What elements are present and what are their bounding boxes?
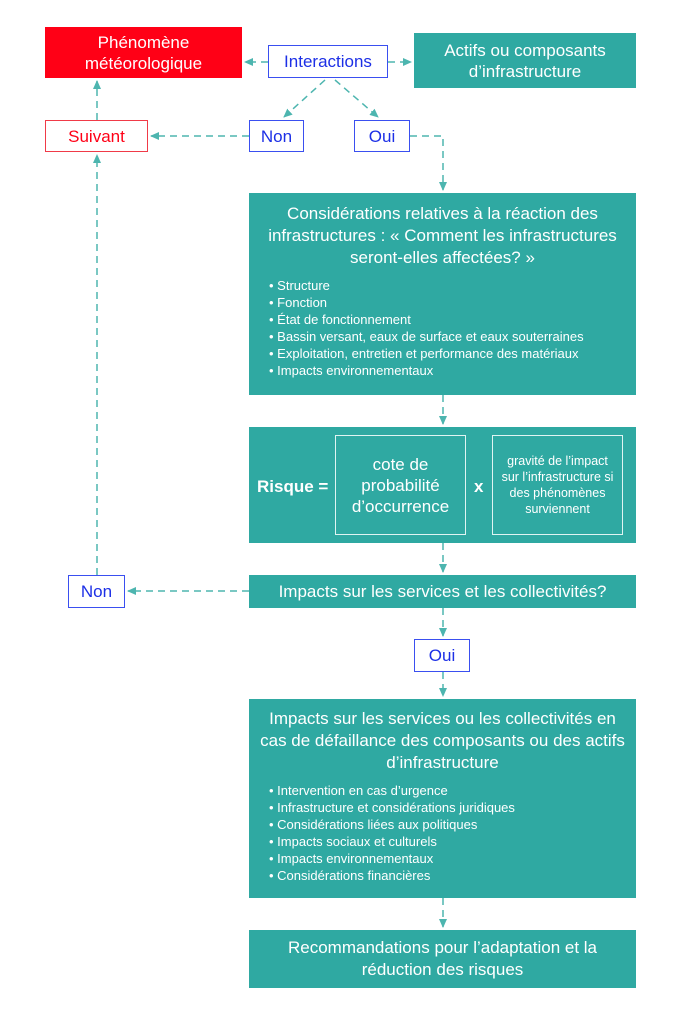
node-impacts-question: Impacts sur les services et les collecti… bbox=[249, 575, 636, 608]
node-non-1: Non bbox=[249, 120, 304, 152]
list-item: Bassin versant, eaux de surface et eaux … bbox=[269, 328, 583, 345]
node-reaction: Considérations relatives à la réaction d… bbox=[249, 193, 636, 395]
node-impacts-question-label: Impacts sur les services et les collecti… bbox=[278, 582, 607, 601]
risque-gravite-label: gravité de l’impact sur l’infrastructure… bbox=[501, 454, 614, 516]
node-phenomene: Phénomène météorologique bbox=[45, 27, 242, 78]
node-non-2-label: Non bbox=[80, 582, 113, 601]
list-item: Fonction bbox=[269, 294, 584, 311]
node-oui-2-label: Oui bbox=[428, 646, 456, 665]
node-actifs-label: Actifs ou composants d’infrastructure bbox=[444, 40, 606, 81]
list-item: État de fonctionnement bbox=[269, 311, 584, 328]
arrow-interactions-to-oui bbox=[334, 79, 379, 118]
node-suivant: Suivant bbox=[45, 120, 148, 152]
node-impacts-defaillance-list: Intervention en cas d’urgence Infrastruc… bbox=[249, 782, 515, 884]
list-item: Impacts sociaux et culturels bbox=[269, 833, 515, 850]
risque-probabilite-label: cote de probabilité d’occurrence bbox=[351, 454, 450, 516]
node-interactions: Interactions bbox=[268, 45, 388, 78]
node-impacts-defaillance-title: Impacts sur les services ou les collecti… bbox=[260, 709, 625, 772]
list-item: Infrastructure et considérations juridiq… bbox=[269, 799, 515, 816]
list-item: Considérations financières bbox=[269, 867, 515, 884]
node-non-1-label: Non bbox=[260, 126, 293, 146]
node-non-2: Non bbox=[68, 575, 125, 608]
node-actifs: Actifs ou composants d’infrastructure bbox=[414, 33, 636, 88]
risque-gravite-box: gravité de l’impact sur l’infrastructure… bbox=[492, 435, 623, 535]
risque-label: Risque = bbox=[257, 477, 329, 496]
node-recommandations-label: Recommandations pour l’adaptation et la … bbox=[287, 938, 598, 979]
arrow-interactions-to-non bbox=[283, 79, 326, 118]
list-item: Considérations liées aux politiques bbox=[269, 816, 515, 833]
node-impacts-defaillance: Impacts sur les services ou les collecti… bbox=[249, 699, 636, 898]
node-reaction-title: Considérations relatives à la réaction d… bbox=[268, 204, 617, 267]
list-item: Impacts environnementaux bbox=[269, 362, 584, 379]
risque-probabilite-box: cote de probabilité d’occurrence bbox=[335, 435, 466, 535]
node-oui-2: Oui bbox=[414, 639, 470, 672]
node-phenomene-label: Phénomène météorologique bbox=[84, 32, 203, 73]
node-recommandations: Recommandations pour l’adaptation et la … bbox=[249, 930, 636, 988]
list-item: Structure bbox=[269, 277, 584, 294]
list-item: Impacts environnementaux bbox=[269, 850, 515, 867]
risque-operator: x bbox=[474, 477, 484, 496]
node-interactions-label: Interactions bbox=[284, 52, 372, 71]
arrow-oui-to-reaction bbox=[410, 135, 447, 191]
node-oui-1-label: Oui bbox=[368, 126, 396, 146]
list-item: Exploitation, entretien et performance d… bbox=[269, 345, 584, 362]
node-oui-1: Oui bbox=[354, 120, 410, 152]
list-item: Intervention en cas d’urgence bbox=[269, 782, 515, 799]
node-reaction-list: Structure Fonction État de fonctionnemen… bbox=[249, 277, 584, 379]
node-risque: Risque = cote de probabilité d’occurrenc… bbox=[249, 427, 636, 543]
node-suivant-label: Suivant bbox=[68, 126, 125, 146]
